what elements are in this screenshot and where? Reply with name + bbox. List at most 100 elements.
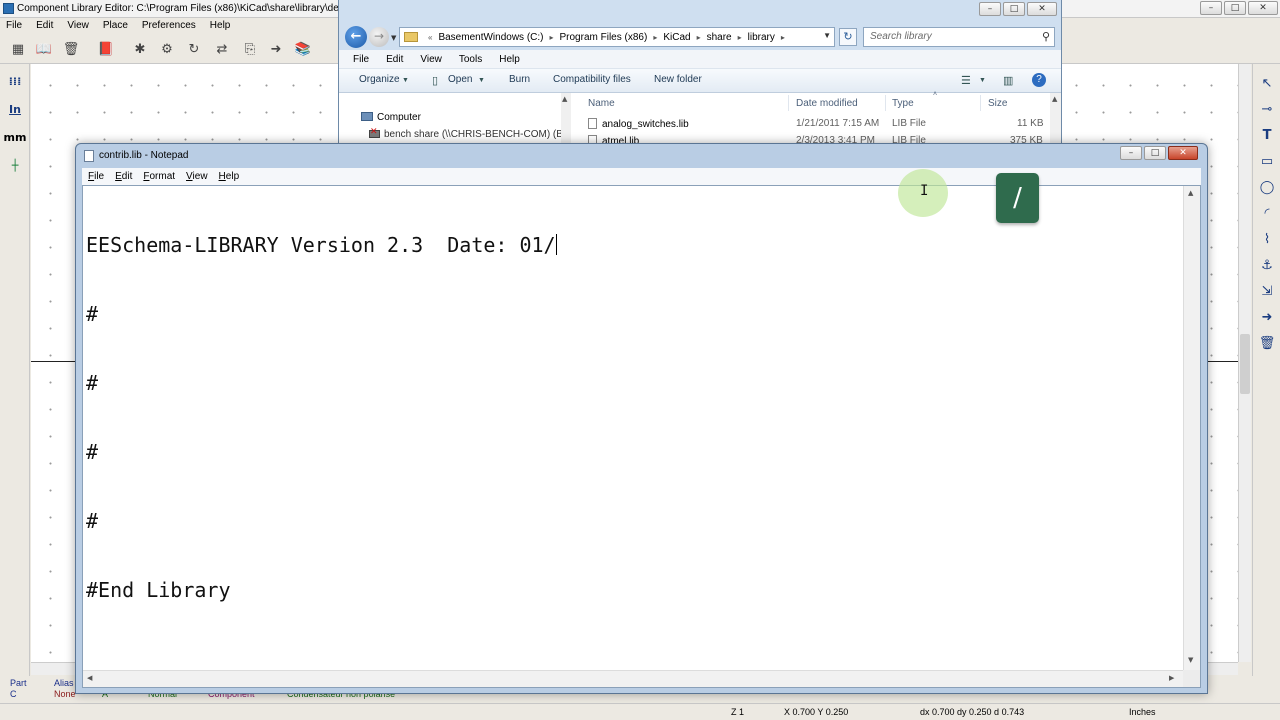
kicad-menu-file[interactable]: File: [6, 18, 22, 34]
units-mm-button[interactable]: mm: [3, 126, 27, 148]
column-date-modified[interactable]: Date modified: [796, 98, 858, 109]
lib-file-icon: [588, 118, 597, 129]
save-library-icon[interactable]: ▦: [8, 40, 28, 58]
column-name[interactable]: Name: [588, 98, 615, 109]
notepad-horizontal-scrollbar[interactable]: ◀ ▶: [83, 670, 1183, 687]
scroll-down-icon[interactable]: ▼: [1188, 656, 1193, 664]
organize-dropdown-icon[interactable]: ▼: [402, 77, 409, 84]
file-list-scrollbar[interactable]: ▲: [1050, 93, 1061, 148]
cursor-shape-icon[interactable]: ┼: [3, 154, 27, 176]
select-library-icon[interactable]: 📖: [34, 40, 54, 58]
scroll-left-icon[interactable]: ◀: [87, 674, 92, 682]
add-circle-icon[interactable]: ◯: [1255, 176, 1279, 198]
explorer-close-icon[interactable]: ✕: [1027, 2, 1057, 16]
kicad-menu-place[interactable]: Place: [103, 18, 128, 34]
notepad-menu-format[interactable]: Format: [143, 168, 175, 185]
close-icon[interactable]: ✕: [1248, 1, 1278, 15]
address-segment[interactable]: KiCad: [663, 32, 690, 43]
minimize-icon[interactable]: –: [1200, 1, 1222, 15]
file-row[interactable]: analog_switches.lib 1/21/2011 7:15 AM LI…: [572, 116, 1050, 132]
notepad-menu-file[interactable]: File: [88, 168, 104, 185]
help-icon[interactable]: ?: [1032, 73, 1046, 87]
select-arrow-icon[interactable]: ↖: [1255, 72, 1279, 94]
add-text-icon[interactable]: T: [1255, 124, 1279, 146]
notepad-maximize-icon[interactable]: □: [1144, 146, 1166, 160]
load-part-icon[interactable]: ⚙: [157, 40, 177, 58]
burn-button[interactable]: Burn: [509, 74, 530, 85]
grid-toggle-icon[interactable]: ⁞⁞⁞: [3, 70, 27, 92]
preview-pane-icon[interactable]: ▥: [1003, 74, 1013, 87]
new-folder-button[interactable]: New folder: [654, 74, 702, 85]
import-drawing-icon[interactable]: ⇲: [1255, 280, 1279, 302]
address-segment[interactable]: share: [707, 32, 732, 43]
export-drawing-icon[interactable]: ➜: [1255, 306, 1279, 328]
notepad-content[interactable]: EESchema-LIBRARY Version 2.3 Date: 01/ #…: [86, 188, 557, 648]
explorer-menu-help[interactable]: Help: [499, 50, 520, 68]
compatibility-files-button[interactable]: Compatibility files: [553, 74, 631, 85]
nav-item-computer[interactable]: Computer: [361, 112, 421, 123]
open-button[interactable]: Open: [448, 74, 472, 85]
delete-part-icon[interactable]: 🗑: [61, 40, 81, 58]
explorer-menu-file[interactable]: File: [353, 50, 369, 68]
notepad-menu-help[interactable]: Help: [219, 168, 240, 185]
add-pin-icon[interactable]: ⊸: [1255, 98, 1279, 120]
forward-arrow-icon[interactable]: →: [369, 27, 389, 47]
anchor-icon[interactable]: ⚓: [1255, 254, 1279, 276]
notepad-text-area[interactable]: EESchema-LIBRARY Version 2.3 Date: 01/ #…: [82, 185, 1201, 688]
scroll-right-icon[interactable]: ▶: [1169, 674, 1174, 682]
add-polyline-icon[interactable]: ⌇: [1255, 228, 1279, 250]
explorer-menu-tools[interactable]: Tools: [459, 50, 482, 68]
column-size[interactable]: Size: [988, 98, 1007, 109]
recent-pages-icon[interactable]: ▼: [391, 34, 396, 42]
units-inches-button[interactable]: In: [3, 98, 27, 120]
maximize-icon[interactable]: □: [1224, 1, 1246, 15]
kicad-menu-edit[interactable]: Edit: [36, 18, 53, 34]
browse-library-icon[interactable]: 📕: [96, 40, 116, 58]
part-value: C: [10, 689, 17, 699]
library-book-icon[interactable]: 📚: [293, 40, 313, 58]
address-dropdown-icon[interactable]: ▼: [823, 31, 831, 40]
scroll-up-icon[interactable]: ▲: [1188, 189, 1193, 197]
export-part-icon[interactable]: ⎘: [240, 40, 260, 58]
right-drawing-toolbar: ↖ ⊸ T ▭ ◯ ◜ ⌇ ⚓ ⇲ ➜ 🗑: [1252, 64, 1280, 676]
address-bar[interactable]: « BasementWindows (C:) ▸ Program Files (…: [399, 27, 835, 47]
notepad-menu-view[interactable]: View: [186, 168, 208, 185]
kicad-menu-preferences[interactable]: Preferences: [142, 18, 196, 34]
add-arc-icon[interactable]: ◜: [1255, 202, 1279, 224]
view-options-icon[interactable]: ☰: [961, 74, 971, 87]
nav-pane-scrollbar[interactable]: ▲: [561, 93, 571, 148]
create-new-lib-icon[interactable]: ➜: [266, 40, 286, 58]
kicad-menu-help[interactable]: Help: [210, 18, 231, 34]
notepad-vertical-scrollbar[interactable]: ▲ ▼: [1183, 186, 1200, 670]
text-caret: [555, 234, 557, 255]
notepad-menu-edit[interactable]: Edit: [115, 168, 132, 185]
explorer-minimize-icon[interactable]: –: [979, 2, 1001, 16]
address-segment[interactable]: Program Files (x86): [560, 32, 648, 43]
left-options-toolbar: ⁞⁞⁞ In mm ┼: [0, 64, 30, 676]
explorer-menu-edit[interactable]: Edit: [386, 50, 403, 68]
address-segment[interactable]: BasementWindows (C:): [438, 32, 543, 43]
save-part-icon[interactable]: ↻: [184, 40, 204, 58]
explorer-menu-view[interactable]: View: [420, 50, 442, 68]
new-part-icon[interactable]: ✱: [130, 40, 150, 58]
explorer-maximize-icon[interactable]: □: [1003, 2, 1025, 16]
column-type[interactable]: Type: [892, 98, 914, 109]
view-dropdown-icon[interactable]: ▼: [979, 77, 986, 84]
canvas-vertical-scrollbar[interactable]: [1238, 64, 1251, 662]
keypress-indicator: /: [996, 173, 1039, 223]
back-arrow-icon[interactable]: ←: [345, 26, 367, 48]
open-dropdown-icon[interactable]: ▼: [478, 77, 485, 84]
refresh-icon[interactable]: ↻: [839, 28, 857, 46]
kicad-menu-view[interactable]: View: [67, 18, 89, 34]
nav-item-network-share[interactable]: bench share (\\CHRIS-BENCH-COM) (B:): [369, 126, 569, 140]
organize-button[interactable]: Organize: [359, 74, 400, 85]
search-icon[interactable]: ⚲: [1042, 30, 1050, 43]
notepad-close-icon[interactable]: ✕: [1168, 146, 1198, 160]
search-input[interactable]: Search library ⚲: [863, 27, 1055, 47]
delete-item-icon[interactable]: 🗑: [1255, 332, 1279, 354]
add-rectangle-icon[interactable]: ▭: [1255, 150, 1279, 172]
notepad-minimize-icon[interactable]: –: [1120, 146, 1142, 160]
computer-icon: [361, 112, 373, 121]
import-part-icon[interactable]: ⇄: [212, 40, 232, 58]
address-segment[interactable]: library: [748, 32, 775, 43]
